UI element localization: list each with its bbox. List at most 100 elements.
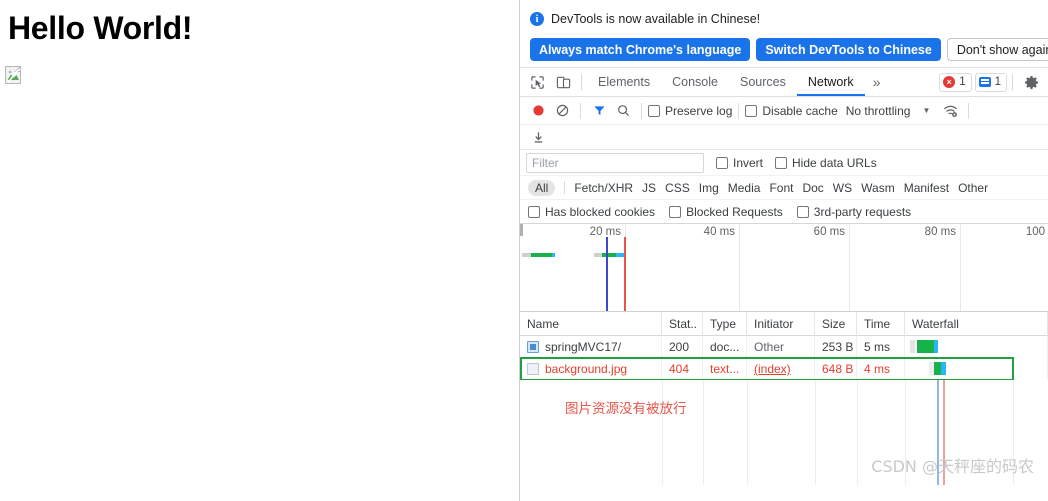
device-toggle-icon[interactable] bbox=[550, 69, 576, 95]
requests-table: Name Stat.. Type Initiator Size Time Wat… bbox=[520, 311, 1048, 381]
page-title: Hello World! bbox=[8, 10, 193, 46]
network-toolbar: Preserve log Disable cache No throttling… bbox=[520, 97, 1048, 125]
invert-label: Invert bbox=[733, 155, 764, 170]
has-blocked-cookies-checkbox[interactable]: Has blocked cookies bbox=[528, 205, 655, 219]
column-header-status[interactable]: Stat.. bbox=[662, 311, 703, 336]
requests-table-empty-area: 图片资源没有被放行 CSDN @天秤座的码农 bbox=[520, 380, 1048, 485]
overview-tick-80ms: 80 ms bbox=[924, 226, 956, 238]
blocked-requests-label: Blocked Requests bbox=[686, 204, 783, 219]
waterfall-download-2 bbox=[934, 362, 941, 375]
load-event-line bbox=[624, 237, 626, 311]
invert-box[interactable] bbox=[716, 156, 728, 169]
type-filter-doc[interactable]: Doc bbox=[802, 181, 823, 195]
disable-cache-box[interactable] bbox=[745, 104, 758, 117]
toolbar-divider bbox=[580, 102, 581, 119]
filter-icon[interactable] bbox=[587, 99, 611, 123]
broken-image-icon bbox=[5, 66, 21, 84]
has-blocked-cookies-box[interactable] bbox=[528, 205, 540, 218]
tab-network[interactable]: Network bbox=[796, 68, 865, 96]
column-header-initiator[interactable]: Initiator bbox=[747, 311, 815, 336]
type-filter-css[interactable]: CSS bbox=[665, 181, 690, 195]
search-icon[interactable] bbox=[611, 99, 635, 123]
preserve-log-label: Preserve log bbox=[665, 103, 733, 118]
request-name-cell[interactable]: background.jpg bbox=[520, 358, 662, 380]
devtools-language-infobar: i DevTools is now available in Chinese! … bbox=[520, 0, 1048, 68]
filter-row: Invert Hide data URLs bbox=[520, 150, 1048, 176]
always-match-chrome-language-button[interactable]: Always match Chrome's language bbox=[530, 38, 751, 61]
request-time-cell: 5 ms bbox=[857, 336, 905, 358]
resource-type-filters: All Fetch/XHR JS CSS Img Media Font Doc … bbox=[520, 176, 1048, 200]
record-icon[interactable] bbox=[526, 99, 550, 123]
column-header-type[interactable]: Type bbox=[703, 311, 747, 336]
image-icon bbox=[527, 363, 539, 375]
message-icon bbox=[978, 77, 991, 87]
devtools-tabbar: Elements Console Sources Network » × 1 1 bbox=[520, 68, 1048, 97]
invert-checkbox[interactable]: Invert bbox=[716, 156, 763, 170]
type-filter-js[interactable]: JS bbox=[642, 181, 656, 195]
filter-input[interactable] bbox=[526, 152, 704, 173]
type-filter-img[interactable]: Img bbox=[699, 181, 719, 195]
infobar-message: DevTools is now available in Chinese! bbox=[551, 12, 761, 26]
overview-left-handle[interactable] bbox=[520, 224, 523, 236]
request-name-cell[interactable]: springMVC17/ bbox=[520, 336, 662, 358]
third-party-requests-checkbox[interactable]: 3rd-party requests bbox=[796, 205, 911, 219]
type-filter-manifest[interactable]: Manifest bbox=[904, 181, 949, 195]
request-status-cell: 404 bbox=[662, 358, 703, 380]
type-filter-ws[interactable]: WS bbox=[833, 181, 852, 195]
download-har-icon[interactable] bbox=[526, 125, 550, 149]
overview-bar-1-blue bbox=[552, 253, 555, 257]
error-count-label: 1 bbox=[959, 76, 966, 88]
third-party-requests-box[interactable] bbox=[796, 205, 809, 218]
preserve-log-checkbox[interactable]: Preserve log bbox=[648, 104, 732, 118]
type-filter-all[interactable]: All bbox=[528, 179, 556, 196]
info-icon: i bbox=[530, 12, 544, 26]
chevron-down-icon[interactable]: ▼ bbox=[922, 106, 930, 115]
tab-sources[interactable]: Sources bbox=[729, 68, 797, 96]
hide-data-urls-label: Hide data URLs bbox=[792, 155, 877, 170]
switch-devtools-to-chinese-button[interactable]: Switch DevTools to Chinese bbox=[756, 38, 941, 61]
screenshot-root: Hello World! i DevTools is now available… bbox=[0, 0, 1048, 501]
throttling-select[interactable]: No throttling bbox=[846, 104, 911, 118]
column-header-name[interactable]: Name bbox=[520, 311, 662, 336]
tab-elements[interactable]: Elements bbox=[587, 68, 661, 96]
type-filter-wasm[interactable]: Wasm bbox=[861, 181, 895, 195]
overview-tick-60ms: 60 ms bbox=[813, 226, 845, 238]
request-status-cell: 200 bbox=[662, 336, 703, 358]
document-icon bbox=[527, 341, 539, 353]
preserve-log-box[interactable] bbox=[648, 104, 660, 117]
overview-tick-100ms: 100 bbox=[1025, 226, 1045, 238]
type-filter-media[interactable]: Media bbox=[728, 181, 761, 195]
table-row[interactable]: springMVC17/ 200 doc... Other 253 B 5 ms bbox=[520, 336, 1048, 358]
column-header-size[interactable]: Size bbox=[815, 311, 857, 336]
clear-icon[interactable] bbox=[550, 99, 574, 123]
tab-console[interactable]: Console bbox=[661, 68, 729, 96]
request-type-cell: text... bbox=[703, 358, 747, 380]
request-initiator-link[interactable]: (index) bbox=[754, 362, 791, 376]
table-row[interactable]: background.jpg 404 text... (index) 648 B… bbox=[520, 358, 1048, 380]
hide-data-urls-checkbox[interactable]: Hide data URLs bbox=[775, 156, 877, 170]
blocked-requests-box[interactable] bbox=[669, 205, 682, 218]
wifi-settings-icon[interactable] bbox=[938, 99, 962, 123]
hide-data-urls-box[interactable] bbox=[775, 156, 788, 169]
network-overview-timeline[interactable]: 20 ms 40 ms 60 ms 80 ms 100 bbox=[520, 224, 1048, 312]
error-count-badge[interactable]: × 1 bbox=[939, 72, 972, 92]
disable-cache-checkbox[interactable]: Disable cache bbox=[745, 104, 838, 118]
inspect-cursor-icon[interactable] bbox=[524, 69, 550, 95]
type-filter-font[interactable]: Font bbox=[769, 181, 793, 195]
type-filter-other[interactable]: Other bbox=[958, 181, 988, 195]
overview-bar-1 bbox=[522, 253, 531, 257]
overview-bar-1-green bbox=[531, 253, 552, 257]
dont-show-again-button[interactable]: Don't show again bbox=[946, 38, 1048, 61]
request-type-cell: doc... bbox=[703, 336, 747, 358]
column-header-waterfall[interactable]: Waterfall bbox=[905, 311, 1048, 336]
more-tabs-icon[interactable]: » bbox=[865, 74, 889, 90]
type-filter-fetch-xhr[interactable]: Fetch/XHR bbox=[574, 181, 633, 195]
column-header-time[interactable]: Time bbox=[857, 311, 905, 336]
blocked-requests-checkbox[interactable]: Blocked Requests bbox=[669, 205, 783, 219]
request-filters-row: Has blocked cookies Blocked Requests 3rd… bbox=[520, 200, 1048, 224]
gear-icon[interactable] bbox=[1018, 69, 1044, 95]
message-count-badge[interactable]: 1 bbox=[974, 72, 1007, 92]
waterfall-wait-2 bbox=[941, 362, 946, 375]
requests-table-header: Name Stat.. Type Initiator Size Time Wat… bbox=[520, 311, 1048, 336]
request-initiator-cell[interactable]: (index) bbox=[747, 358, 815, 380]
